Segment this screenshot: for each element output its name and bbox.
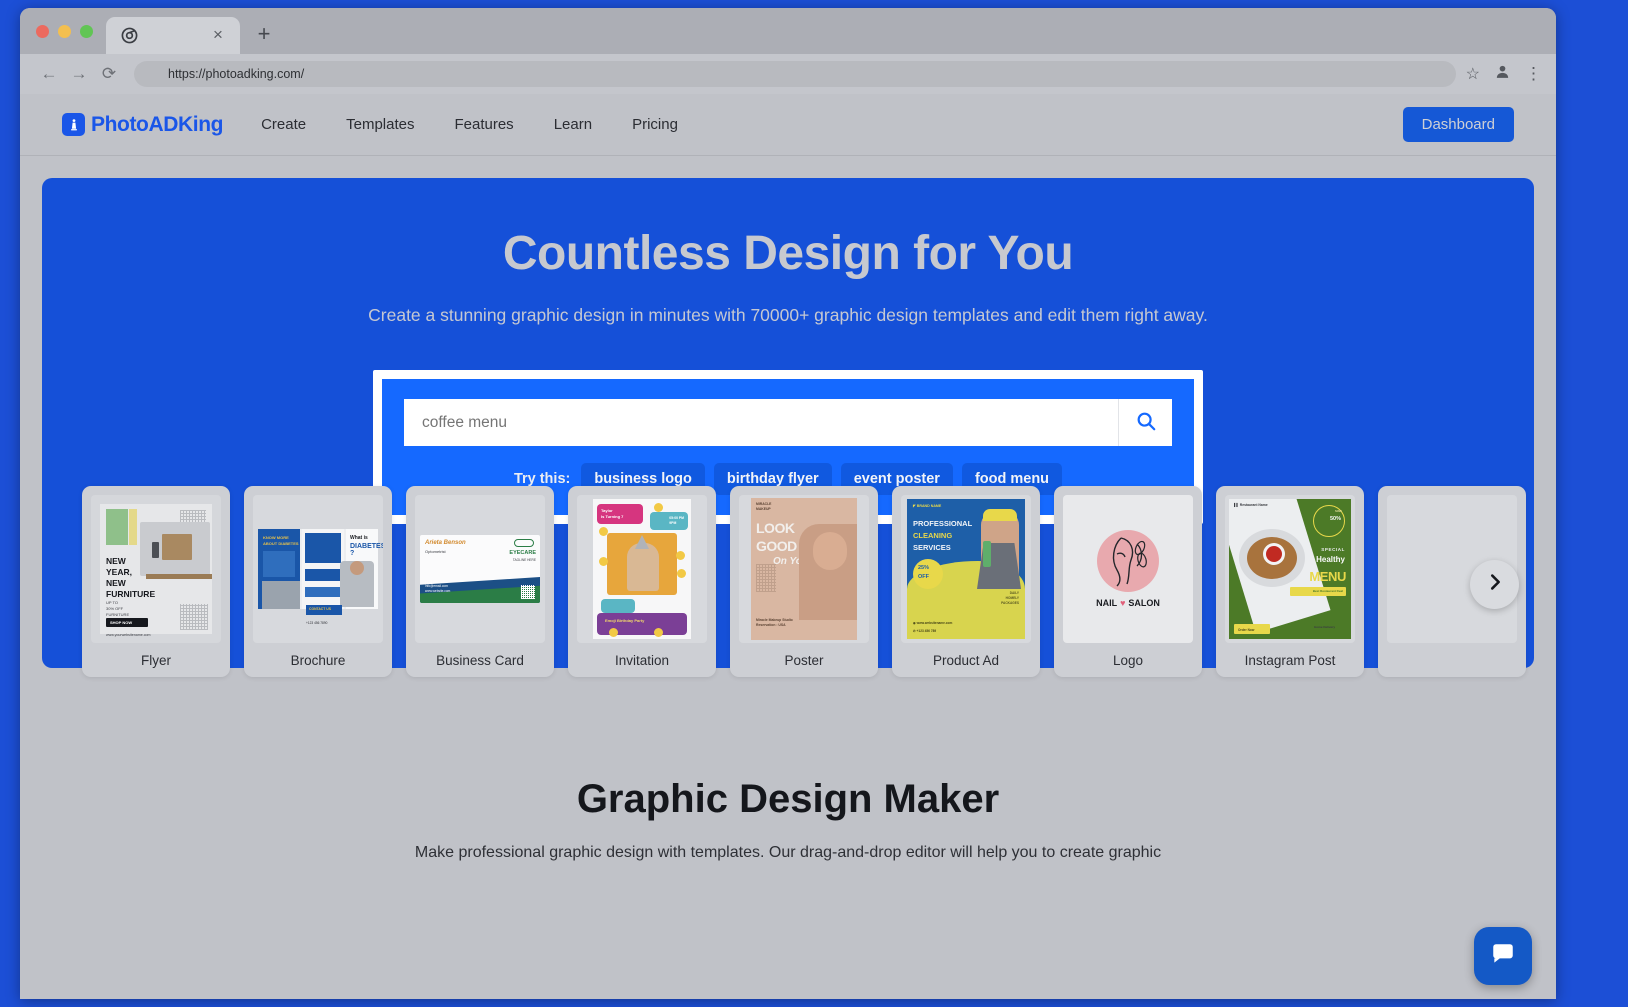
template-card-label: Logo <box>1112 653 1144 668</box>
minimize-window-button[interactable] <box>58 25 71 38</box>
template-thumbnail: ▌▌ Restaurant Name 50% SAVE SPECIAL Heal… <box>1225 495 1355 643</box>
hero-title: Countless Design for You <box>502 227 1074 280</box>
main-navigation: Create Templates Features Learn Pricing <box>261 116 678 133</box>
dashboard-button[interactable]: Dashboard <box>1402 107 1514 142</box>
template-card-label: Brochure <box>290 653 346 668</box>
template-card-label: Poster <box>784 653 824 668</box>
profile-icon[interactable] <box>1494 63 1511 85</box>
browser-tab[interactable]: × <box>106 17 240 54</box>
address-bar-url: https://photoadking.com/ <box>168 67 305 81</box>
search-row <box>404 399 1172 446</box>
section-paragraph: Make professional graphic design with te… <box>414 844 1162 861</box>
template-thumbnail: NAIL ♥ SALON <box>1063 495 1193 643</box>
template-card-brochure[interactable]: KNOW MORE ABOUT DIABETES What is DIABETES… <box>244 486 392 677</box>
window-traffic-lights <box>36 25 93 38</box>
back-icon[interactable]: ← <box>34 59 64 89</box>
site-logo[interactable]: PhotoADKing <box>62 113 223 137</box>
nav-item-create[interactable]: Create <box>261 116 306 133</box>
site-logo-text: PhotoADKing <box>91 112 224 136</box>
nav-item-pricing[interactable]: Pricing <box>632 116 678 133</box>
bookmark-star-icon[interactable]: ☆ <box>1466 64 1480 84</box>
maximize-window-button[interactable] <box>80 25 93 38</box>
browser-window: × + ← → ⟳ https://photoadking.com/ ☆ ⋮ P… <box>20 8 1556 999</box>
template-thumbnail: NEW YEAR, NEW FURNITURE UP TO 30% OFF FURNITU… <box>91 495 221 643</box>
page-viewport: PhotoADKing Create Templates Features Le… <box>20 94 1556 999</box>
browser-tab-strip: × + <box>20 8 1556 54</box>
template-card-label: Business Card <box>436 653 524 668</box>
template-thumbnail: ◤ BRAND NAME PROFESSIONAL CLEANING SERVI… <box>901 495 1031 643</box>
graphic-design-maker-section: Graphic Design Maker Make professional g… <box>20 712 1556 999</box>
template-thumbnail: KNOW MORE ABOUT DIABETES What is DIABETES… <box>253 495 383 643</box>
template-category-carousel: NEW YEAR, NEW FURNITURE UP TO 30% OFF FURNITU… <box>82 486 1526 677</box>
template-thumbnail: MIRACLE MAKEUP LOOK GOOD On You Miracle M… <box>739 495 869 643</box>
chrome-favicon <box>120 27 138 45</box>
chat-widget-button[interactable] <box>1474 927 1532 985</box>
site-header: PhotoADKing Create Templates Features Le… <box>20 94 1556 156</box>
section-heading: Graphic Design Maker <box>576 777 1000 821</box>
template-card-poster[interactable]: MIRACLE MAKEUP LOOK GOOD On You Miracle M… <box>730 486 878 677</box>
search-icon <box>1135 410 1157 435</box>
chat-bubble-icon <box>1490 941 1516 972</box>
address-bar[interactable]: https://photoadking.com/ <box>134 61 1456 87</box>
template-card-instagram-post[interactable]: ▌▌ Restaurant Name 50% SAVE SPECIAL Heal… <box>1216 486 1364 677</box>
forward-icon[interactable]: → <box>64 59 94 89</box>
carousel-next-button[interactable] <box>1470 560 1519 609</box>
nav-item-learn[interactable]: Learn <box>554 116 592 133</box>
template-card-label: Flyer <box>141 653 171 668</box>
template-card-product-ad[interactable]: ◤ BRAND NAME PROFESSIONAL CLEANING SERVI… <box>892 486 1040 677</box>
close-tab-icon[interactable]: × <box>209 26 227 44</box>
search-button[interactable] <box>1118 399 1172 446</box>
browser-menu-icon[interactable]: ⋮ <box>1525 64 1542 84</box>
template-thumbnail: Arieta Benson Optometrist EYECARE TAGLIN… <box>415 495 545 643</box>
king-icon <box>62 113 85 136</box>
nav-item-features[interactable]: Features <box>454 116 513 133</box>
chevron-right-icon <box>1484 571 1506 598</box>
template-card-business-card[interactable]: Arieta Benson Optometrist EYECARE TAGLIN… <box>406 486 554 677</box>
search-input[interactable] <box>404 399 1118 446</box>
template-card-invitation[interactable]: Taylor Is Turning 7 05:00 PM 9PM Emoji Bir… <box>568 486 716 677</box>
new-tab-button[interactable]: + <box>253 23 275 46</box>
template-card-label: Instagram Post <box>1244 653 1336 668</box>
template-card-label: Product Ad <box>932 653 1000 668</box>
template-card-label <box>1387 643 1517 677</box>
reload-icon[interactable]: ⟳ <box>94 59 124 89</box>
browser-toolbar: ← → ⟳ https://photoadking.com/ ☆ ⋮ <box>20 54 1556 94</box>
template-thumbnail: Taylor Is Turning 7 05:00 PM 9PM Emoji Bir… <box>577 495 707 643</box>
try-this-label: Try this: <box>513 471 571 487</box>
template-card-logo[interactable]: NAIL ♥ SALON Logo <box>1054 486 1202 677</box>
hero-subtitle: Create a stunning graphic design in minu… <box>368 305 1208 325</box>
template-card-flyer[interactable]: NEW YEAR, NEW FURNITURE UP TO 30% OFF FURNITU… <box>82 486 230 677</box>
template-card-label: Invitation <box>614 653 670 668</box>
close-window-button[interactable] <box>36 25 49 38</box>
nav-item-templates[interactable]: Templates <box>346 116 414 133</box>
